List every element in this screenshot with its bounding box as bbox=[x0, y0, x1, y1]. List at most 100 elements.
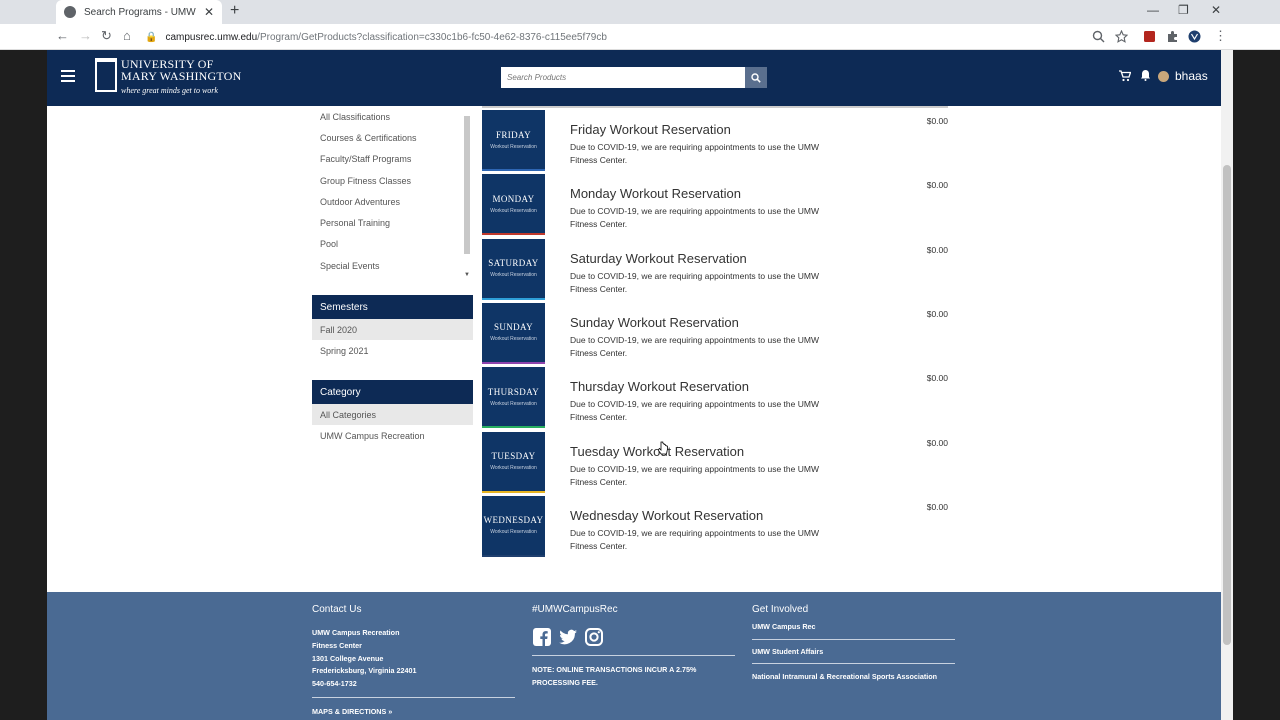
product-row[interactable]: SATURDAY Workout Reservation Saturday Work… bbox=[482, 237, 948, 301]
search-button[interactable] bbox=[745, 67, 767, 88]
product-thumbnail[interactable]: MONDAY Workout Reservation bbox=[482, 174, 545, 236]
product-title[interactable]: Monday Workout Reservation bbox=[570, 186, 741, 201]
product-thumbnail[interactable]: SATURDAY Workout Reservation bbox=[482, 238, 545, 300]
thumbnail-day: THURSDAY bbox=[487, 386, 540, 397]
product-thumbnail[interactable]: THURSDAY Workout Reservation bbox=[482, 367, 545, 429]
cart-icon[interactable] bbox=[1119, 70, 1131, 82]
page-scrollbar[interactable] bbox=[1221, 50, 1233, 720]
involved-link[interactable]: UMW Student Affairs bbox=[752, 640, 955, 664]
footer-social-title: #UMWCampusRec bbox=[532, 604, 618, 615]
restore-icon[interactable]: ❐ bbox=[1178, 3, 1189, 17]
footer-contact-title: Contact Us bbox=[312, 604, 362, 615]
category-header: Category bbox=[312, 380, 473, 404]
maps-directions-link[interactable]: MAPS & DIRECTIONS » bbox=[312, 706, 515, 719]
page-scrollbar-thumb[interactable] bbox=[1223, 165, 1231, 645]
umw-logo[interactable]: UNIVERSITY OF MARY WASHINGTON where grea… bbox=[95, 58, 241, 95]
classification-item[interactable]: Courses & Certifications bbox=[312, 127, 473, 148]
product-title[interactable]: Saturday Workout Reservation bbox=[570, 251, 747, 266]
semester-option[interactable]: Fall 2020 bbox=[312, 319, 473, 340]
browser-tab-bar: Search Programs - UMW Campus Recreation … bbox=[0, 0, 1280, 24]
product-thumbnail[interactable]: WEDNESDAY Workout Reservation bbox=[482, 495, 545, 557]
username: bhaas bbox=[1175, 69, 1208, 83]
search-icon bbox=[751, 72, 761, 83]
footer-divider bbox=[532, 655, 735, 656]
thumbnail-subtitle: Workout Reservation bbox=[490, 465, 537, 471]
category-option[interactable]: UMW Campus Recreation bbox=[312, 425, 473, 446]
close-tab-icon[interactable]: ✕ bbox=[204, 5, 214, 19]
zoom-icon[interactable] bbox=[1092, 30, 1105, 43]
product-row[interactable]: FRIDAY Workout Reservation Friday Workout … bbox=[482, 108, 948, 172]
url-field[interactable]: 🔒 campusrec.umw.edu/Program/GetProducts?… bbox=[145, 26, 1235, 48]
footer-divider bbox=[312, 696, 515, 698]
site-header: UNIVERSITY OF MARY WASHINGTON where grea… bbox=[47, 50, 1221, 106]
category-option[interactable]: All Categories bbox=[312, 404, 473, 425]
product-thumbnail[interactable]: SUNDAY Workout Reservation bbox=[482, 302, 545, 364]
product-row[interactable]: MONDAY Workout Reservation Monday Workout … bbox=[482, 172, 948, 236]
instagram-icon[interactable] bbox=[584, 627, 604, 647]
browser-tab[interactable]: Search Programs - UMW Campus Recreation … bbox=[56, 0, 222, 24]
new-tab-button[interactable]: + bbox=[230, 2, 239, 20]
bookmark-star-icon[interactable] bbox=[1115, 30, 1128, 43]
classification-item[interactable]: Outdoor Adventures bbox=[312, 191, 473, 212]
classification-item[interactable]: Group Fitness Classes bbox=[312, 170, 473, 191]
product-title[interactable]: Friday Workout Reservation bbox=[570, 122, 731, 137]
involved-link[interactable]: UMW Campus Rec bbox=[752, 615, 955, 640]
product-row[interactable]: THURSDAY Workout Reservation Thursday Work… bbox=[482, 365, 948, 429]
thumbnail-day: MONDAY bbox=[492, 193, 535, 204]
classification-item[interactable]: All Classifications bbox=[312, 106, 473, 127]
product-thumbnail[interactable]: TUESDAY Workout Reservation bbox=[482, 431, 545, 493]
product-description: Due to COVID-19, we are requiring appoin… bbox=[570, 270, 819, 294]
reload-icon[interactable]: ↻ bbox=[101, 28, 112, 44]
back-icon[interactable]: ← bbox=[56, 28, 69, 43]
thumbnail-day: TUESDAY bbox=[491, 451, 536, 461]
hamburger-menu-icon[interactable] bbox=[61, 70, 75, 82]
logo-tagline: where great minds get to work bbox=[121, 86, 218, 95]
product-title[interactable]: Thursday Workout Reservation bbox=[570, 379, 749, 394]
pdf-extension-icon[interactable] bbox=[1143, 30, 1156, 43]
semester-option[interactable]: Spring 2021 bbox=[312, 340, 473, 361]
extensions-puzzle-icon[interactable] bbox=[1166, 30, 1179, 43]
umw-columns-logo-icon bbox=[95, 58, 117, 92]
involved-link[interactable]: National Intramural & Recreational Sport… bbox=[752, 664, 955, 689]
transaction-fee-note: NOTE: ONLINE TRANSACTIONS INCUR A 2.75% … bbox=[532, 665, 697, 687]
classification-scrollbar[interactable]: ▼ bbox=[462, 110, 472, 278]
classification-item[interactable]: Faculty/Staff Programs bbox=[312, 149, 473, 170]
screen-gutter bbox=[1233, 50, 1280, 720]
site-footer: Contact Us UMW Campus Recreation Fitness… bbox=[47, 592, 1221, 720]
scroll-down-icon[interactable]: ▼ bbox=[464, 272, 470, 278]
classification-item[interactable]: Special Events bbox=[312, 255, 473, 276]
thumbnail-subtitle: Workout Reservation bbox=[490, 143, 537, 150]
product-price: $0.00 bbox=[926, 180, 948, 191]
thumbnail-day: FRIDAY bbox=[495, 129, 532, 140]
product-description: Due to COVID-19, we are requiring appoin… bbox=[570, 399, 819, 423]
forward-icon[interactable]: → bbox=[79, 28, 92, 43]
close-window-icon[interactable]: ✕ bbox=[1211, 3, 1221, 17]
scrollbar-thumb[interactable] bbox=[464, 116, 470, 254]
facebook-icon[interactable] bbox=[532, 627, 552, 647]
search-input[interactable] bbox=[501, 67, 745, 88]
browser-menu-icon[interactable]: ⋮ bbox=[1214, 28, 1227, 44]
thumbnail-subtitle: Workout Reservation bbox=[490, 336, 537, 343]
logo-line-2: MARY WASHINGTON bbox=[121, 69, 242, 83]
product-title[interactable]: Sunday Workout Reservation bbox=[570, 315, 739, 330]
notification-bell-icon[interactable] bbox=[1140, 69, 1151, 81]
thumbnail-subtitle: Workout Reservation bbox=[490, 207, 537, 214]
footer-contact: Contact Us UMW Campus Recreation Fitness… bbox=[312, 604, 515, 719]
product-row[interactable]: SUNDAY Workout Reservation Sunday Workout … bbox=[482, 301, 948, 365]
product-price: $0.00 bbox=[926, 373, 948, 384]
product-title[interactable]: Wednesday Workout Reservation bbox=[570, 508, 763, 523]
product-description: Due to COVID-19, we are requiring appoin… bbox=[570, 463, 819, 487]
user-menu[interactable]: bhaas bbox=[1158, 69, 1208, 83]
product-thumbnail[interactable]: FRIDAY Workout Reservation bbox=[482, 110, 545, 171]
classification-item[interactable]: Pool bbox=[312, 234, 473, 255]
home-icon[interactable]: ⌂ bbox=[123, 28, 131, 43]
product-row[interactable]: WEDNESDAY Workout Reservation Wednesday Wo… bbox=[482, 494, 948, 558]
classification-list: All Classifications Courses & Certificat… bbox=[312, 106, 473, 278]
profile-avatar-icon[interactable] bbox=[1188, 30, 1201, 43]
address-bar: ← → ↻ ⌂ 🔒 campusrec.umw.edu/Program/GetP… bbox=[0, 24, 1280, 50]
product-row[interactable]: TUESDAY Workout Reservation Tuesday Workou… bbox=[482, 430, 948, 494]
classification-item[interactable]: Personal Training bbox=[312, 212, 473, 233]
twitter-icon[interactable] bbox=[558, 627, 578, 647]
contact-line: Fredericksburg, Virginia 22401 bbox=[312, 666, 417, 676]
minimize-icon[interactable]: — bbox=[1147, 3, 1159, 17]
